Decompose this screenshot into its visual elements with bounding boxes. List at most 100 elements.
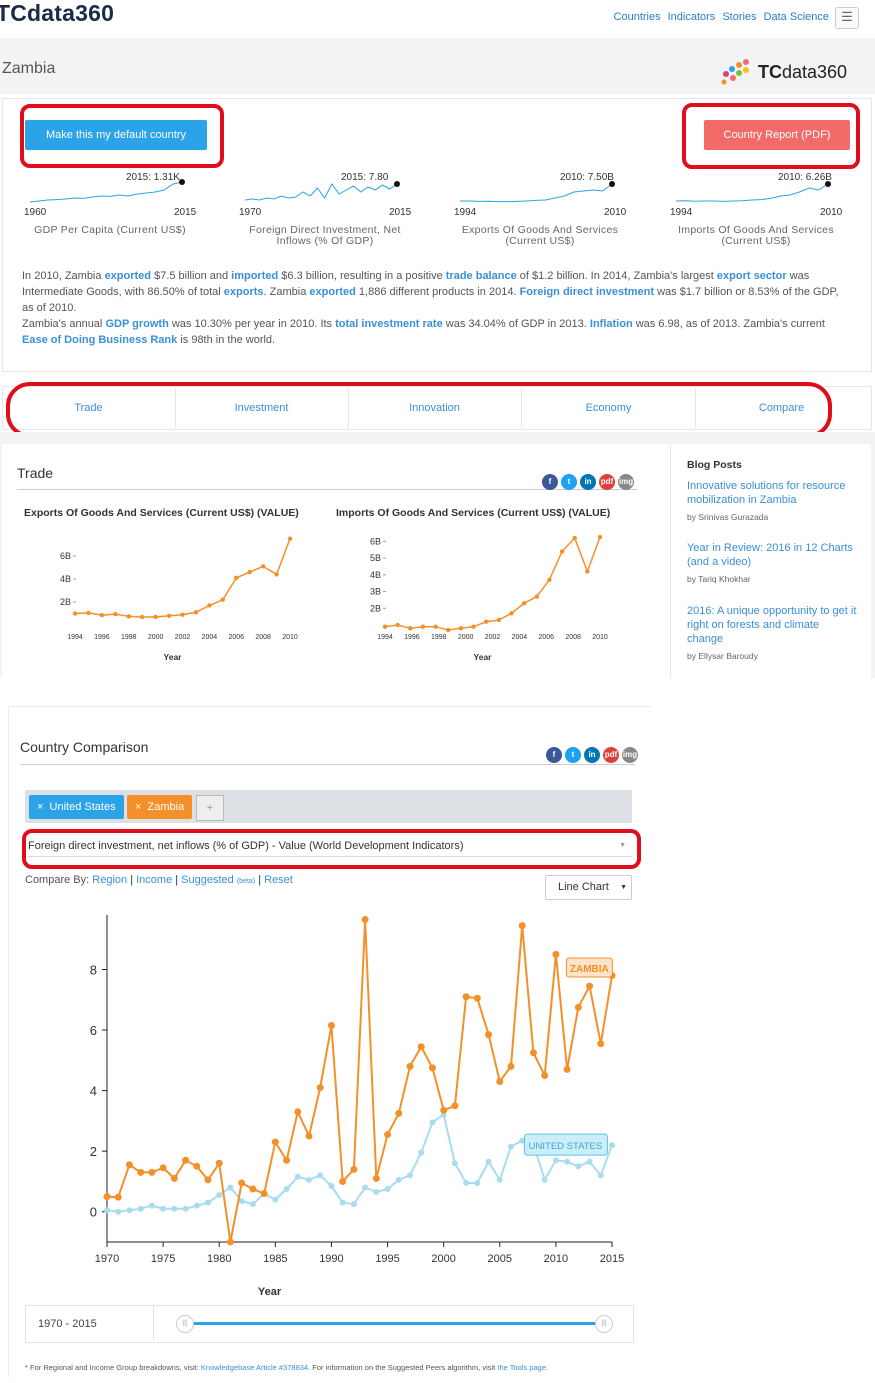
y-tick-label: 2B [370,603,381,613]
data-point [328,1182,335,1189]
summary-link[interactable]: imported [231,270,278,282]
summary-link[interactable]: export sector [717,270,787,282]
range-slider-track[interactable] [184,1322,604,1325]
linkedin-icon[interactable]: in [580,474,596,490]
pdf-icon[interactable]: pdf [599,474,615,490]
y-tick-label: 5B [370,553,381,563]
data-point [440,1106,448,1114]
highlight-tabs [6,382,832,438]
image-icon[interactable]: img [622,747,638,763]
site-logo[interactable]: TCdata360 [0,0,114,27]
facebook-icon[interactable]: f [546,747,562,763]
data-point [220,597,226,602]
data-point [496,617,502,623]
summary-link[interactable]: GDP growth [105,318,168,330]
y-tick-label: 4B [60,574,71,584]
data-point [226,1238,234,1246]
compare-suggested-link[interactable]: Suggested [181,874,234,886]
data-point [238,1179,246,1187]
summary-link[interactable]: Inflation [590,318,633,330]
blog-post-2-link[interactable]: Year in Review: 2016 in 12 Charts (and a… [687,541,857,569]
summary-text: was 10.30% per year in 2010. Its [168,318,336,330]
data-point [283,1156,291,1164]
nav-data-science[interactable]: Data Science [764,11,829,23]
chart-type-select[interactable]: Line Chart ▼ [545,875,632,900]
range-handle-end[interactable]: ||| [595,1315,613,1333]
chart-type-value: Line Chart [558,881,609,893]
remove-tag-icon[interactable]: × [135,801,148,813]
data-point [496,1176,503,1183]
blog-post-3-link[interactable]: 2016: A unique opportunity to get it rig… [687,604,857,646]
data-point [171,1205,178,1212]
series-line-zambia [106,919,613,1243]
data-point [126,1207,133,1214]
x-tick-label: 2006 [538,634,554,641]
compare-region-link[interactable]: Region [92,874,127,886]
data-point [572,535,577,541]
imports-chart: 2B 3B 4B 5B 6B 1994 1996 1998 2000 2002 2004 2006 20… [370,534,608,662]
exports-chart: 2B 4B 6B 1994 1996 1998 2000 2002 2004 2006 2008 20… [60,536,298,662]
summary-link[interactable]: exports [224,286,264,298]
tag-united-states[interactable]: × United States [29,795,124,819]
exports-chart-title: Exports Of Goods And Services (Current U… [24,507,299,519]
summary-text: of $1.2 billion. In 2014, Zambia's large… [516,270,717,282]
tag-label: United States [49,801,116,813]
highlight-default-button [20,104,224,168]
summary-link[interactable]: Ease of Doing Business Rank [22,334,177,346]
compare-income-link[interactable]: Income [136,874,172,886]
facebook-icon[interactable]: f [542,474,558,490]
series-line [74,538,291,618]
summary-paragraph-1: In 2010, Zambia exported $7.5 billion an… [22,268,852,316]
range-handle-start[interactable]: ||| [176,1315,194,1333]
data-point [463,1179,470,1186]
brand-logo-text: TCdata360 [758,62,848,82]
data-point [193,1162,201,1170]
data-point [182,1156,190,1164]
add-country-button[interactable]: + [196,795,224,821]
summary-link[interactable]: Foreign direct investment [520,286,654,298]
data-point [274,572,279,577]
summary-link[interactable]: total investment rate [335,318,443,330]
data-point [597,1172,604,1179]
remove-tag-icon[interactable]: × [37,801,50,813]
knowledgebase-link[interactable]: Knowledgebase Article #378834 [201,1363,308,1372]
nav-indicators[interactable]: Indicators [668,11,716,23]
compare-by-row: Compare By: Region | Income | Suggested … [25,874,293,886]
nav-stories[interactable]: Stories [722,11,756,23]
data-point [451,1102,459,1110]
data-point [193,1202,200,1209]
data-point [247,569,252,575]
blog-post-1-link[interactable]: Innovative solutions for resource mobili… [687,479,857,507]
sparkline-end-year: 2010 [604,207,627,218]
linkedin-icon[interactable]: in [584,747,600,763]
sparkline-last-value: 2010: 7.50B [560,172,614,183]
data-point [446,627,451,633]
compare-reset-link[interactable]: Reset [264,874,293,886]
pdf-icon[interactable]: pdf [603,747,619,763]
data-point [305,1132,313,1140]
hamburger-icon[interactable]: ☰ [835,7,859,29]
data-point [148,1202,155,1209]
summary-link[interactable]: exported [105,270,151,282]
twitter-icon[interactable]: t [565,747,581,763]
data-point [485,1031,493,1039]
data-point [471,624,476,629]
summary-text: . Zambia [263,286,310,298]
summary-link[interactable]: exported [309,286,355,298]
tag-zambia[interactable]: × Zambia [127,795,193,819]
x-tick-label: 2000 [458,634,474,641]
data-point [552,1157,559,1164]
summary-text: 1,886 different products in 2014. [355,286,520,298]
series-line [384,536,601,631]
image-icon[interactable]: img [618,474,634,490]
summary-link[interactable]: trade balance [446,270,517,282]
data-point [104,1207,110,1214]
zambia-series-label: ZAMBIA [570,964,609,975]
data-point [559,549,565,554]
data-point [153,614,158,620]
data-point [339,1177,347,1185]
twitter-icon[interactable]: t [561,474,577,490]
tools-page-link[interactable]: the Tools page [497,1363,546,1372]
nav-countries[interactable]: Countries [614,11,661,23]
data-point [126,614,131,619]
